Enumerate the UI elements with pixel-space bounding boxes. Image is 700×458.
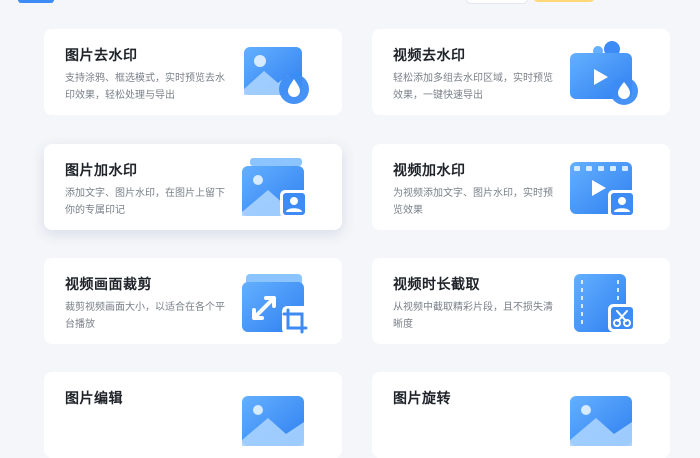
- card-description: 支持涂鸦、框选模式，实时预览去水印效果，轻松处理与导出: [65, 73, 225, 101]
- card-title: 图片去水印: [65, 48, 138, 64]
- card-title: 图片加水印: [65, 163, 138, 179]
- card-image-remove-watermark[interactable]: 图片去水印 支持涂鸦、框选模式，实时预览去水印效果，轻松处理与导出: [44, 29, 342, 115]
- card-title: 视频加水印: [393, 163, 466, 179]
- video-crop-icon: [238, 270, 314, 338]
- card-description: 从视频中截取精彩片段，且不损失清晰度: [393, 302, 553, 330]
- card-image-rotate[interactable]: 图片旋转: [372, 372, 670, 458]
- card-title: 图片编辑: [65, 391, 123, 407]
- image-edit-icon: [238, 384, 314, 452]
- card-title: 视频画面裁剪: [65, 277, 152, 293]
- card-title: 视频去水印: [393, 48, 466, 64]
- card-description: 添加文字、图片水印，在图片上留下你的专属印记: [65, 188, 225, 216]
- image-add-watermark-icon: [238, 156, 314, 224]
- card-description: 为视频添加文字、图片水印，实时预览效果: [393, 188, 553, 216]
- card-title: 视频时长截取: [393, 277, 480, 293]
- card-image-edit[interactable]: 图片编辑: [44, 372, 342, 458]
- card-video-trim[interactable]: 视频时长截取 从视频中截取精彩片段，且不损失清晰度: [372, 258, 670, 344]
- image-rotate-icon: [566, 384, 642, 452]
- card-video-crop[interactable]: 视频画面裁剪 裁剪视频画面大小，以适合在各个平台播放: [44, 258, 342, 344]
- card-description: 轻松添加多组去水印区域，实时预览效果，一键快速导出: [393, 73, 553, 101]
- card-video-remove-watermark[interactable]: 视频去水印 轻松添加多组去水印区域，实时预览效果，一键快速导出: [372, 29, 670, 115]
- card-description: 裁剪视频画面大小，以适合在各个平台播放: [65, 302, 225, 330]
- image-remove-watermark-icon: [238, 41, 314, 109]
- app-logo: [18, 0, 54, 3]
- card-video-add-watermark[interactable]: 视频加水印 为视频添加文字、图片水印，实时预览效果: [372, 144, 670, 230]
- video-remove-watermark-icon: [566, 41, 642, 109]
- vip-button[interactable]: [533, 0, 595, 2]
- top-bar: [0, 0, 700, 6]
- video-add-watermark-icon: [566, 156, 642, 224]
- card-image-add-watermark[interactable]: 图片加水印 添加文字、图片水印，在图片上留下你的专属印记: [44, 144, 342, 230]
- video-trim-icon: [566, 270, 642, 338]
- top-button[interactable]: [466, 0, 528, 4]
- card-title: 图片旋转: [393, 391, 451, 407]
